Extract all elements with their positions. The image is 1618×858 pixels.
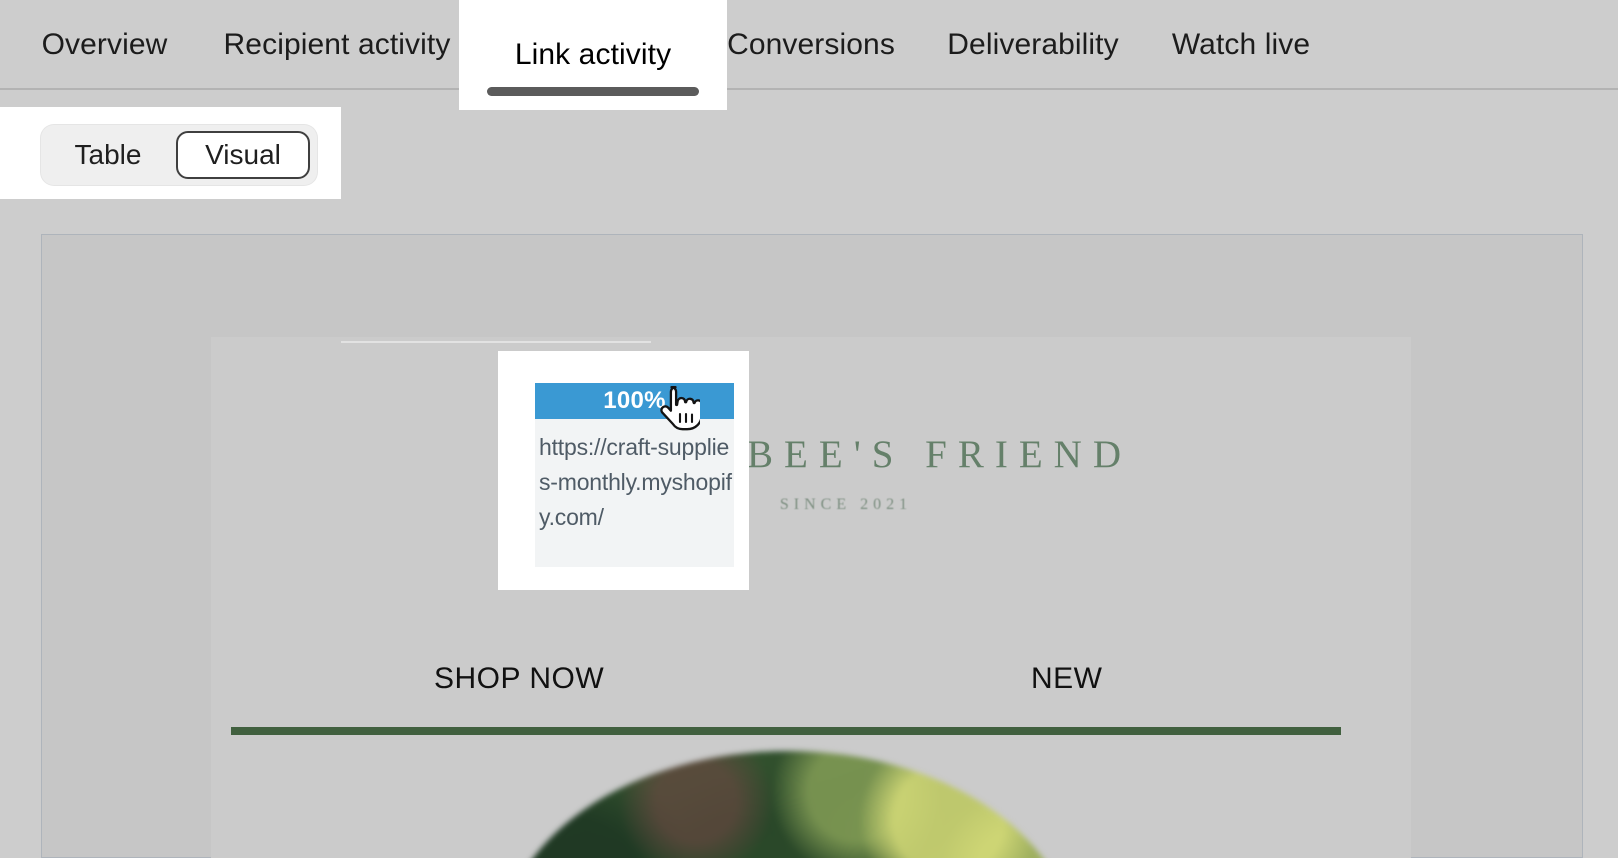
tab-label: Deliverability (947, 28, 1119, 61)
active-tab-underline-indicator (487, 87, 699, 96)
email-nav-divider (231, 727, 1341, 735)
view-mode-table-label: Table (74, 139, 142, 170)
analytics-tab-bar: Overview Recipient activity Link activit… (0, 0, 1618, 110)
link-url-box: https://craft-supplies-monthly.myshopify… (535, 419, 734, 567)
email-hero-image (501, 751, 1075, 858)
email-top-divider (341, 341, 651, 343)
email-nav-label: SHOP NOW (434, 662, 605, 695)
tab-overview[interactable]: Overview (38, 0, 171, 90)
view-mode-table-button[interactable]: Table (48, 131, 168, 179)
tab-label: Link activity (514, 38, 672, 71)
email-brand-tagline: SINCE 2021 (779, 496, 913, 513)
tab-deliverability[interactable]: Deliverability (947, 0, 1119, 90)
tab-watch-live[interactable]: Watch live (1168, 0, 1314, 90)
view-mode-segmented-control: Table Visual (40, 124, 318, 186)
tab-link-activity[interactable]: Link activity (459, 0, 727, 110)
email-nav-row: SHOP NOW NEW (211, 662, 1411, 710)
view-toggle-panel: Table Visual (0, 107, 341, 199)
tab-label: Watch live (1171, 28, 1311, 61)
tab-label: Conversions (727, 28, 895, 61)
tab-recipient-activity[interactable]: Recipient activity (216, 0, 458, 90)
email-nav-label: NEW (1031, 662, 1103, 695)
tab-label: Overview (41, 28, 168, 61)
email-nav-link-shop-now[interactable]: SHOP NOW (434, 662, 604, 696)
tab-conversions[interactable]: Conversions (726, 0, 896, 90)
view-mode-visual-label: Visual (205, 139, 281, 170)
email-preview-canvas[interactable]: E HONEYBEE'S FRIEND SINCE 2021 SHOP NOW … (211, 337, 1411, 858)
link-activity-tooltip: 100% https://craft-supplies-monthly.mysh… (498, 351, 749, 590)
tab-label: Recipient activity (223, 28, 451, 61)
view-mode-visual-button[interactable]: Visual (176, 131, 310, 179)
link-url-text: https://craft-supplies-monthly.myshopify… (539, 434, 732, 530)
email-nav-link-new[interactable]: NEW (1031, 662, 1103, 696)
email-brand-title: E HONEYBEE'S FRIEND (499, 433, 1133, 476)
email-brand-header: E HONEYBEE'S FRIEND SINCE 2021 (211, 432, 1411, 514)
link-click-share-percent: 100% (603, 387, 666, 414)
link-click-share-bar[interactable]: 100% (535, 383, 734, 419)
